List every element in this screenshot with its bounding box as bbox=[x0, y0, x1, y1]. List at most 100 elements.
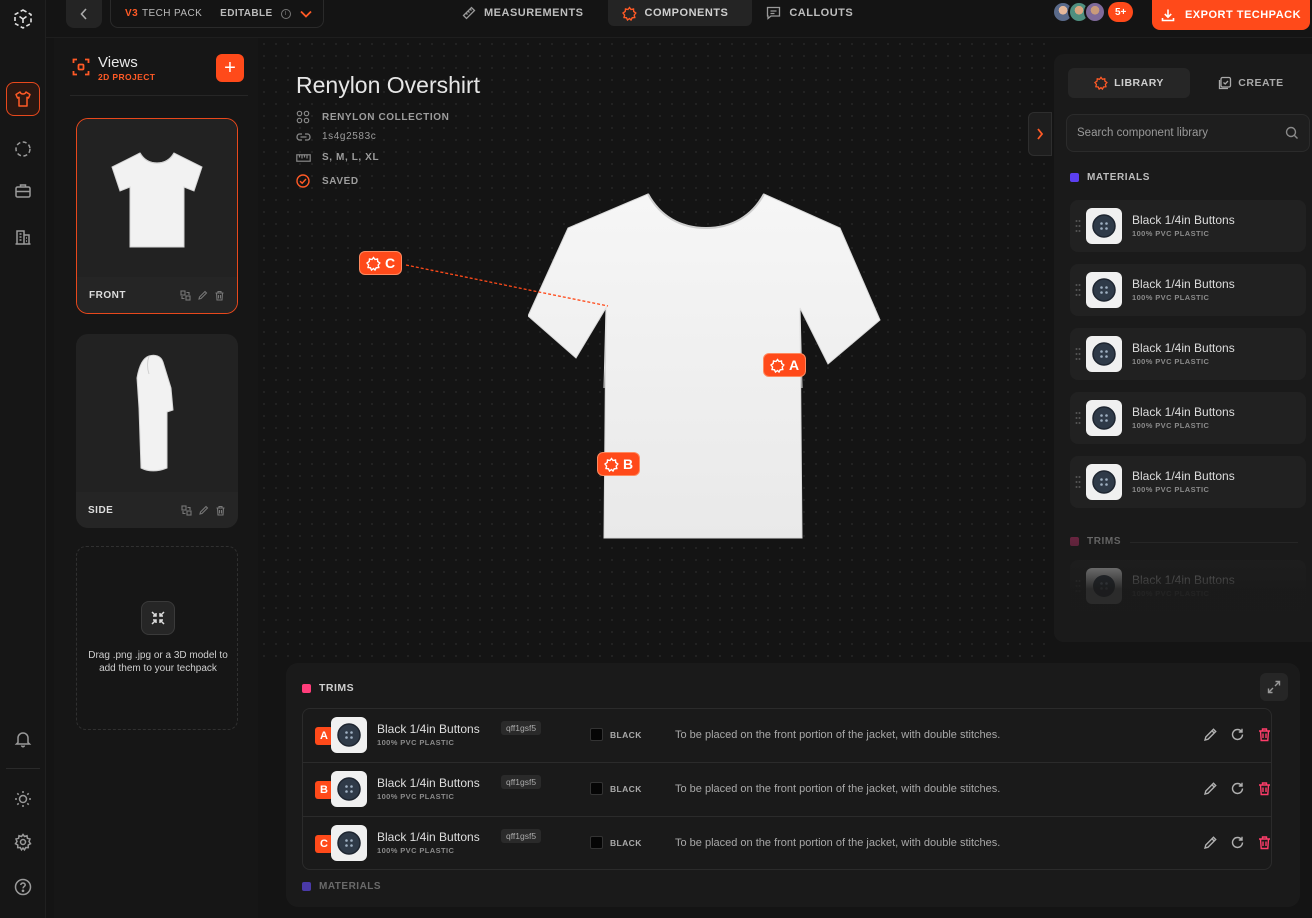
refresh-icon[interactable] bbox=[1230, 835, 1245, 850]
trash-icon[interactable] bbox=[1257, 727, 1272, 742]
help-icon[interactable] bbox=[10, 874, 36, 900]
trim-name: Black 1/4in Buttons bbox=[377, 830, 480, 844]
item-name: Black 1/4in Buttons bbox=[1132, 277, 1235, 291]
panel-toggle-button[interactable] bbox=[1028, 112, 1052, 156]
drag-handle-icon[interactable] bbox=[1075, 347, 1081, 361]
table-row[interactable]: A Black 1/4in Buttons 100% PVC PLASTIC q… bbox=[303, 709, 1271, 763]
component-icon bbox=[604, 456, 619, 472]
edit-icon[interactable] bbox=[1203, 835, 1218, 850]
table-row[interactable]: C Black 1/4in Buttons 100% PVC PLASTIC q… bbox=[303, 817, 1271, 871]
library-item[interactable]: Black 1/4in Buttons 100% PVC PLASTIC bbox=[1070, 392, 1306, 444]
trim-material: 100% PVC PLASTIC bbox=[377, 738, 455, 747]
add-view-button[interactable]: + bbox=[216, 54, 244, 82]
create-icon bbox=[1218, 76, 1232, 90]
trims-heading: TRIMS bbox=[302, 682, 354, 694]
trash-icon[interactable] bbox=[1257, 781, 1272, 796]
tab-callouts[interactable]: CALLOUTS bbox=[752, 0, 877, 26]
drag-handle-icon[interactable] bbox=[1075, 579, 1081, 593]
callout-marker-a[interactable]: A bbox=[763, 353, 807, 377]
library-item[interactable]: Black 1/4in Buttons 100% PVC PLASTIC bbox=[1070, 200, 1306, 252]
divider bbox=[1130, 542, 1298, 543]
edit-icon[interactable] bbox=[197, 290, 208, 301]
callout-letter: C bbox=[385, 255, 396, 271]
tab-create-label: CREATE bbox=[1238, 77, 1284, 89]
library-item[interactable]: Black 1/4in Buttons 100% PVC PLASTIC bbox=[1070, 456, 1306, 508]
mode-label: EDITABLE bbox=[220, 8, 273, 19]
edit-icon[interactable] bbox=[198, 505, 209, 516]
tab-measurements[interactable]: MEASUREMENTS bbox=[448, 0, 608, 26]
drag-handle-icon[interactable] bbox=[1075, 283, 1081, 297]
swap-icon[interactable] bbox=[180, 289, 191, 301]
library-item[interactable]: Black 1/4in Buttons 100% PVC PLASTIC bbox=[1070, 328, 1306, 380]
drag-handle-icon[interactable] bbox=[1075, 411, 1081, 425]
callout-marker-c[interactable]: C bbox=[359, 251, 403, 275]
trim-note: To be placed on the front portion of the… bbox=[675, 729, 1001, 741]
drag-handle-icon[interactable] bbox=[1075, 475, 1081, 489]
version-label: V3 bbox=[125, 8, 139, 19]
info-icon[interactable]: i bbox=[280, 8, 291, 19]
swap-icon[interactable] bbox=[181, 504, 192, 516]
materials-heading-label: MATERIALS bbox=[319, 881, 382, 892]
search-icon[interactable] bbox=[1285, 126, 1299, 140]
view-card-front[interactable]: FRONT bbox=[76, 118, 238, 314]
techpack-version-selector[interactable]: V3 TECH PACK EDITABLE i bbox=[110, 0, 324, 28]
tab-create[interactable]: CREATE bbox=[1190, 68, 1312, 98]
button-thumbnail bbox=[1086, 464, 1122, 500]
back-button[interactable] bbox=[66, 0, 102, 28]
briefcase-icon[interactable] bbox=[10, 178, 36, 204]
button-thumbnail bbox=[331, 825, 367, 861]
item-material: 100% PVC PLASTIC bbox=[1132, 229, 1210, 238]
item-material: 100% PVC PLASTIC bbox=[1132, 357, 1210, 366]
drag-handle-icon[interactable] bbox=[1075, 219, 1081, 233]
callout-marker-b[interactable]: B bbox=[597, 452, 641, 476]
trim-color: BLACK bbox=[610, 784, 642, 794]
edit-icon[interactable] bbox=[1203, 727, 1218, 742]
tab-components-label: COMPONENTS bbox=[644, 7, 729, 19]
button-thumbnail bbox=[331, 717, 367, 753]
gear-icon[interactable] bbox=[10, 829, 36, 855]
views-subtitle: 2D PROJECT bbox=[98, 72, 156, 82]
view-card-side[interactable]: SIDE bbox=[76, 334, 238, 528]
techpack-label: TECH PACK bbox=[142, 8, 203, 19]
bell-icon[interactable] bbox=[10, 726, 36, 752]
logo-icon[interactable] bbox=[10, 6, 36, 32]
trim-color: BLACK bbox=[610, 730, 642, 740]
chevron-down-icon[interactable] bbox=[299, 9, 313, 19]
edit-icon[interactable] bbox=[1203, 781, 1218, 796]
item-name: Black 1/4in Buttons bbox=[1132, 213, 1235, 227]
library-search[interactable] bbox=[1066, 114, 1310, 152]
expand-panel-button[interactable] bbox=[1260, 673, 1288, 701]
button-thumbnail bbox=[331, 771, 367, 807]
icon-rail bbox=[0, 0, 46, 918]
collaborator-avatars[interactable]: 5+ bbox=[1052, 1, 1134, 23]
color-swatch bbox=[590, 782, 603, 795]
circle-dashed-icon[interactable] bbox=[10, 136, 36, 162]
building-icon[interactable] bbox=[10, 224, 36, 250]
export-techpack-button[interactable]: EXPORT TECHPACK bbox=[1152, 0, 1310, 30]
callout-leader-line bbox=[405, 264, 609, 307]
trims-label: TRIMS bbox=[1087, 536, 1122, 547]
top-bar: V3 TECH PACK EDITABLE i MEASUREMENTS COM… bbox=[46, 0, 1312, 38]
materials-heading: MATERIALS bbox=[302, 881, 381, 892]
tab-callouts-label: CALLOUTS bbox=[789, 7, 854, 19]
sun-icon[interactable] bbox=[10, 786, 36, 812]
upload-dropzone[interactable]: Drag .png .jpg or a 3D model to add them… bbox=[76, 546, 238, 730]
library-search-input[interactable] bbox=[1077, 127, 1285, 139]
library-item[interactable]: Black 1/4in Buttons 100% PVC PLASTIC bbox=[1070, 560, 1306, 612]
refresh-icon[interactable] bbox=[1230, 781, 1245, 796]
trash-icon[interactable] bbox=[215, 505, 226, 516]
tab-library[interactable]: LIBRARY bbox=[1068, 68, 1190, 98]
trash-icon[interactable] bbox=[214, 290, 225, 301]
shirt-icon[interactable] bbox=[6, 82, 40, 116]
avatar[interactable] bbox=[1084, 1, 1106, 23]
export-label: EXPORT TECHPACK bbox=[1184, 9, 1302, 21]
design-canvas[interactable]: Renylon Overshirt RENYLON COLLECTION 1s4… bbox=[258, 38, 1052, 658]
more-collaborators-badge[interactable]: 5+ bbox=[1108, 2, 1134, 22]
tab-components[interactable]: COMPONENTS bbox=[607, 0, 753, 26]
table-row[interactable]: B Black 1/4in Buttons 100% PVC PLASTIC q… bbox=[303, 763, 1271, 817]
library-item[interactable]: Black 1/4in Buttons 100% PVC PLASTIC bbox=[1070, 264, 1306, 316]
component-icon bbox=[770, 357, 785, 373]
trash-icon[interactable] bbox=[1257, 835, 1272, 850]
view-footer-front: FRONT bbox=[77, 277, 237, 313]
refresh-icon[interactable] bbox=[1230, 727, 1245, 742]
